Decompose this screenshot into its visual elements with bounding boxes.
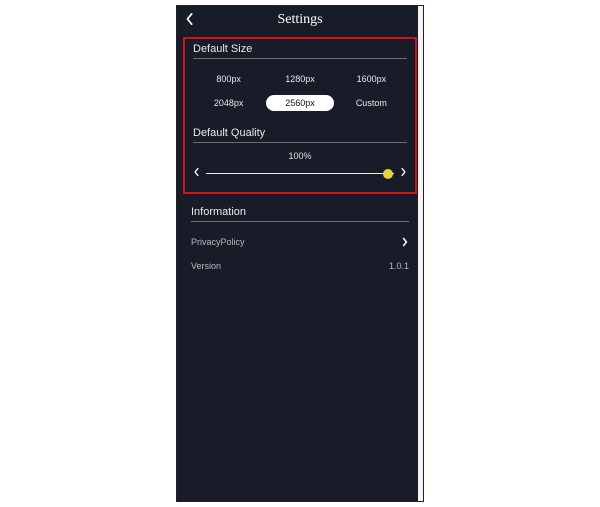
size-options-grid: 800px1280px 1600px 2048px2560px Custom: [193, 67, 407, 117]
size-option[interactable]: Custom: [338, 95, 405, 111]
settings-screen: Settings Default Size 800px1280px 1600px 2…: [176, 5, 424, 502]
slider-thumb[interactable]: [383, 169, 393, 179]
default-quality-label: Default Quality: [193, 127, 407, 139]
information-section: Information PrivacyPolicy Version 1.0.1: [191, 206, 409, 278]
chevron-right-icon: [400, 167, 407, 180]
titlebar: Settings: [177, 6, 423, 34]
chevron-right-icon: [401, 237, 409, 247]
size-option[interactable]: 1600px: [338, 71, 405, 87]
chevron-left-icon: [185, 13, 195, 28]
privacy-policy-label: PrivacyPolicy: [191, 237, 245, 247]
size-option[interactable]: 2560px: [266, 95, 333, 111]
version-row: Version 1.0.1: [191, 254, 409, 278]
highlight-box: Default Size 800px1280px 1600px 2048px2560…: [183, 37, 417, 194]
slider-track: [206, 173, 394, 175]
quality-decrease-button[interactable]: [193, 167, 200, 180]
version-value: 1.0.1: [389, 261, 409, 271]
divider: [191, 221, 409, 222]
version-label: Version: [191, 261, 221, 271]
privacy-policy-row[interactable]: PrivacyPolicy: [191, 230, 409, 254]
default-quality-section: Default Quality 100%: [193, 127, 407, 180]
quality-increase-button[interactable]: [400, 167, 407, 180]
size-option[interactable]: 1280px: [266, 71, 333, 87]
quality-slider-row: [193, 167, 407, 180]
divider: [193, 142, 407, 143]
size-option[interactable]: 800px: [195, 71, 262, 87]
quality-slider[interactable]: [206, 168, 394, 180]
back-button[interactable]: [185, 6, 195, 34]
information-label: Information: [191, 206, 409, 218]
default-size-section: Default Size 800px1280px 1600px 2048px2560…: [193, 43, 407, 117]
quality-value: 100%: [193, 151, 407, 161]
default-size-label: Default Size: [193, 43, 407, 55]
size-option[interactable]: 2048px: [195, 95, 262, 111]
page-title: Settings: [277, 12, 322, 28]
chevron-left-icon: [193, 167, 200, 180]
scrollbar-gutter[interactable]: [418, 6, 423, 501]
divider: [193, 58, 407, 59]
